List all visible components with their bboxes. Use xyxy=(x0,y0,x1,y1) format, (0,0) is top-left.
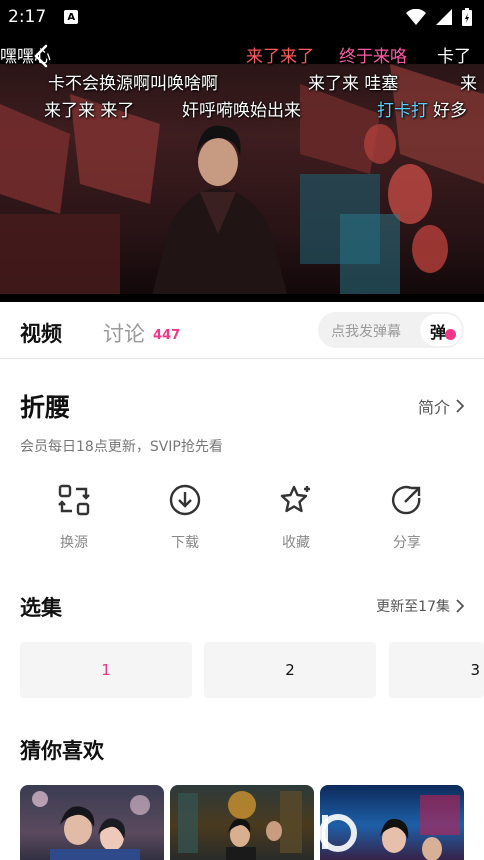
signal-icon xyxy=(436,9,452,25)
chevron-right-icon xyxy=(456,399,464,413)
danmaku-comment: 来了来 来了 xyxy=(44,101,135,121)
star-icon xyxy=(280,485,310,513)
status-time: 2:17 xyxy=(8,7,47,27)
danmaku-comment: 终于来咯 xyxy=(339,47,407,67)
danmaku-comment: 来了来 哇塞 xyxy=(308,74,399,94)
danmu-toggle-label: 弹 xyxy=(430,323,447,342)
danmaku-comment: 好多 xyxy=(433,101,467,121)
danmaku-comment: 来了来了 xyxy=(246,47,314,67)
danmu-input[interactable]: 点我发弹幕 弹 xyxy=(318,312,464,348)
recommend-title: 猜你喜欢 xyxy=(20,739,104,763)
action-label: 换源 xyxy=(60,535,88,551)
intro-button[interactable]: 简介 xyxy=(418,394,464,418)
tab-bar: 视频 讨论 447 点我发弹幕 弹 xyxy=(0,302,484,359)
episodes-title: 选集 xyxy=(20,596,62,620)
share-icon xyxy=(392,485,421,515)
action-download[interactable]: 下载 xyxy=(155,484,215,552)
wifi-icon xyxy=(406,9,426,25)
intro-label: 简介 xyxy=(417,398,450,417)
recommend-poster[interactable] xyxy=(20,785,164,860)
status-icons xyxy=(406,8,472,26)
battery-icon xyxy=(462,8,472,26)
video-player[interactable]: 嘿嘿心 来了来了 终于来咯 卡了 卡不会换源啊叫唤啥啊 来了来 哇塞 来 来了来… xyxy=(0,34,484,302)
action-label: 下载 xyxy=(171,535,199,551)
action-label: 分享 xyxy=(393,535,421,551)
recommend-poster[interactable] xyxy=(320,785,464,860)
show-title: 折腰 xyxy=(20,393,71,422)
danmu-enabled-icon xyxy=(445,329,456,340)
back-icon[interactable] xyxy=(30,42,54,70)
episode-item[interactable]: 2 xyxy=(204,642,376,698)
episodes-more-button[interactable]: 更新至17集 xyxy=(376,596,464,616)
action-share[interactable]: 分享 xyxy=(377,484,437,552)
action-switch-source[interactable]: 换源 xyxy=(44,484,104,552)
danmaku-comment: 卡了 xyxy=(437,47,471,67)
danmu-placeholder: 点我发弹幕 xyxy=(331,324,401,340)
notification-icon: A xyxy=(64,10,79,24)
tab-discuss[interactable]: 讨论 xyxy=(103,318,145,348)
episodes-update-label: 更新至17集 xyxy=(376,599,450,615)
action-label: 收藏 xyxy=(282,535,310,551)
chevron-right-icon xyxy=(456,599,464,613)
status-bar: 2:17 A xyxy=(0,0,484,34)
danmaku-comment: 来 xyxy=(460,74,477,94)
danmaku-comment: 卡不会换源啊叫唤啥啊 xyxy=(48,74,218,94)
download-icon xyxy=(169,484,201,516)
update-notice: 会员每日18点更新，SVIP抢先看 xyxy=(20,439,223,455)
poster-art xyxy=(32,791,150,860)
danmaku-comment: 打卡打 xyxy=(377,101,428,121)
discuss-count-badge: 447 xyxy=(153,328,181,343)
poster-art xyxy=(178,791,302,860)
poster-art xyxy=(320,795,460,860)
episode-item[interactable]: 1 xyxy=(20,642,192,698)
danmu-toggle-button[interactable]: 弹 xyxy=(420,314,462,346)
danmaku-comment: 奸呼嗬唤始出来 xyxy=(182,101,301,121)
recommend-poster[interactable] xyxy=(170,785,314,860)
switch-source-icon xyxy=(58,484,90,516)
tab-video[interactable]: 视频 xyxy=(20,318,62,348)
episode-item[interactable]: 3 xyxy=(389,642,484,698)
action-favorite[interactable]: 收藏 xyxy=(266,484,326,552)
